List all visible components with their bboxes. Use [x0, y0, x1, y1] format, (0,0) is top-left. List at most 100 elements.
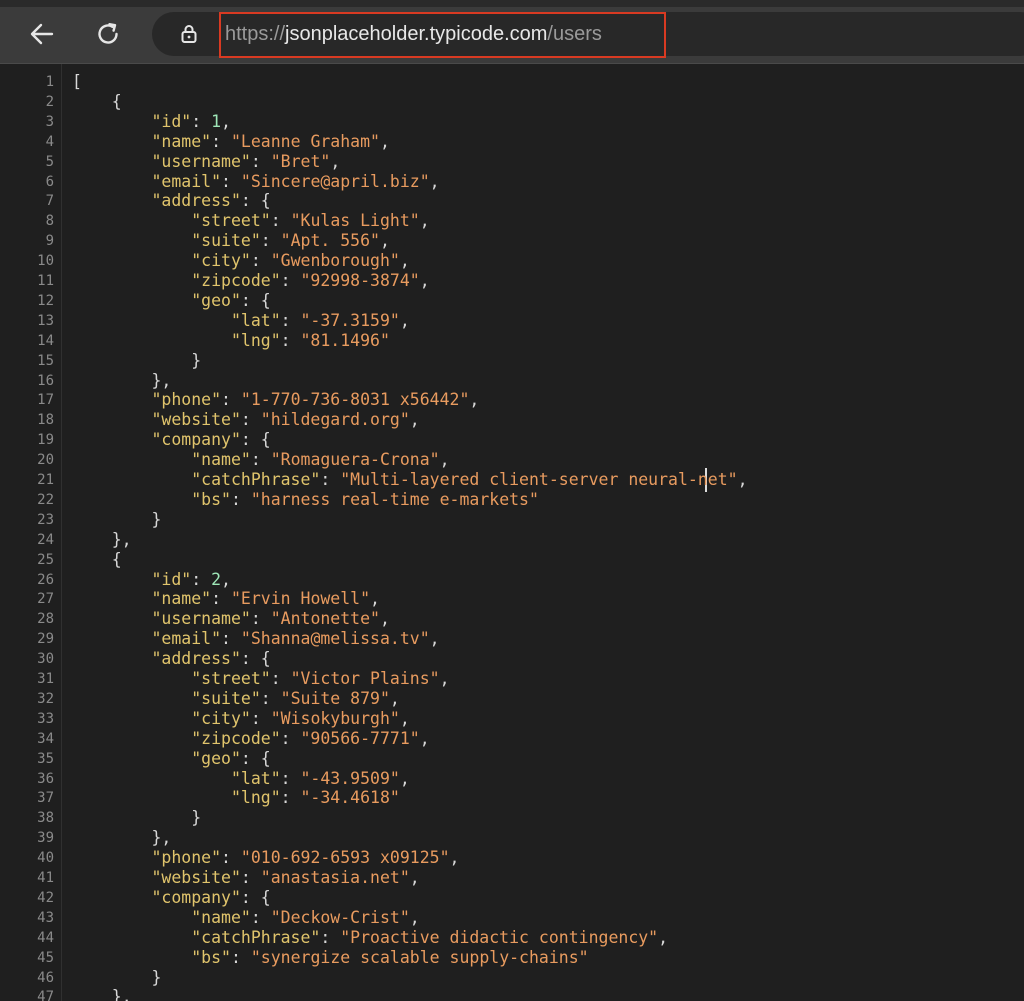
json-punctuation	[72, 191, 151, 210]
json-punctuation: : {	[240, 748, 271, 768]
json-punctuation	[72, 848, 151, 867]
json-punctuation: :	[270, 211, 291, 231]
code-line: 2 {	[0, 92, 1024, 112]
json-punctuation: ,	[389, 688, 400, 708]
line-number: 35	[37, 750, 54, 767]
line-number: 1	[45, 74, 54, 90]
json-punctuation: {	[72, 549, 122, 569]
json-punctuation: :	[250, 450, 271, 470]
json-key: "lat"	[230, 768, 281, 788]
json-punctuation: :	[250, 907, 271, 927]
json-punctuation: },	[72, 828, 172, 848]
json-key: "catchPhrase"	[191, 927, 321, 947]
line-number: 14	[37, 332, 54, 349]
json-punctuation: :	[250, 251, 271, 271]
json-punctuation: :	[230, 489, 251, 509]
line-number: 27	[37, 591, 54, 608]
json-punctuation: }	[72, 808, 202, 828]
code-text: "city": "Gwenborough",	[72, 251, 410, 271]
code-line: 20 "name": "Romaguera-Crona",	[0, 450, 1024, 470]
code-text: }	[72, 510, 161, 530]
json-number: 2	[211, 569, 222, 589]
code-text: },	[72, 987, 132, 1001]
line-number: 8	[45, 213, 54, 230]
json-punctuation: ,	[399, 310, 410, 330]
json-string: "harness real-time e-markets"	[250, 489, 539, 509]
json-punctuation	[72, 928, 191, 947]
code-line: 37 "lng": "-34.4618"	[0, 788, 1024, 808]
back-button[interactable]	[24, 14, 60, 54]
json-punctuation: :	[250, 708, 271, 728]
json-punctuation: ,	[409, 907, 420, 927]
code-text: "zipcode": "92998-3874",	[72, 271, 429, 291]
json-punctuation: ,	[399, 708, 410, 728]
code-text: "street": "Kulas Light",	[72, 211, 429, 231]
code-line: 12 "geo": {	[0, 291, 1024, 311]
json-key: "bs"	[191, 947, 231, 967]
json-key: "name"	[151, 131, 212, 151]
code-line: 7 "address": {	[0, 191, 1024, 211]
json-punctuation: : {	[240, 290, 271, 310]
reload-button[interactable]	[90, 14, 126, 54]
json-key: "phone"	[151, 848, 222, 868]
code-line: 13 "lat": "-37.3159",	[0, 311, 1024, 331]
json-punctuation	[72, 629, 151, 648]
code-line: 36 "lat": "-43.9509",	[0, 769, 1024, 789]
json-punctuation: :	[270, 669, 291, 688]
code-text: "lng": "81.1496"	[72, 331, 390, 351]
json-key: "name"	[151, 589, 212, 609]
json-string: "Victor Plains"	[290, 669, 440, 688]
json-punctuation: : {	[240, 191, 271, 211]
json-string: "81.1496"	[300, 330, 390, 350]
line-number: 2	[45, 93, 54, 110]
code-text: "city": "Wisokyburgh",	[72, 709, 410, 729]
code-text: "company": {	[72, 430, 271, 450]
line-number: 9	[45, 233, 54, 250]
json-key: "address"	[151, 649, 241, 669]
json-punctuation: :	[280, 330, 301, 350]
json-punctuation: :	[260, 231, 281, 251]
json-punctuation: :	[280, 310, 301, 330]
json-punctuation: ,	[221, 569, 231, 589]
code-line: 40 "phone": "010-692-6593 x09125",	[0, 848, 1024, 868]
json-punctuation: :	[240, 868, 261, 887]
code-line: 45 "bs": "synergize scalable supply-chai…	[0, 948, 1024, 968]
json-punctuation	[72, 649, 151, 668]
json-viewer[interactable]: 1[2 {3 "id": 1, 4 "name": "Leanne Graham"…	[0, 64, 1024, 1001]
code-text: "name": "Deckow-Crist",	[72, 908, 420, 928]
json-key: "name"	[191, 450, 251, 470]
json-key: "city"	[191, 251, 251, 271]
line-number: 32	[37, 690, 54, 707]
json-string: "Ervin Howell"	[230, 589, 371, 609]
code-text: "phone": "010-692-6593 x09125",	[72, 848, 459, 868]
json-punctuation: ,	[399, 251, 410, 271]
code-line: 26 "id": 2,	[0, 570, 1024, 590]
json-punctuation	[72, 311, 231, 330]
json-string: "Sincere@april.biz"	[240, 171, 430, 191]
json-punctuation	[72, 729, 191, 748]
code-line: 25 {	[0, 550, 1024, 570]
line-number: 28	[37, 611, 54, 628]
json-punctuation	[72, 231, 191, 250]
lock-icon[interactable]	[178, 23, 200, 45]
url-text[interactable]: https://jsonplaceholder.typicode.com/use…	[225, 21, 602, 47]
json-punctuation: :	[191, 569, 212, 589]
code-line: 9 "suite": "Apt. 556",	[0, 231, 1024, 251]
code-line: 31 "street": "Victor Plains",	[0, 669, 1024, 689]
line-number: 29	[37, 631, 54, 648]
json-string: "92998-3874"	[300, 271, 420, 290]
code-text: }	[72, 808, 201, 828]
json-punctuation: :	[250, 151, 271, 171]
code-line: 17 "phone": "1-770-736-8031 x56442",	[0, 390, 1024, 410]
code-line: 3 "id": 1,	[0, 112, 1024, 132]
line-number: 6	[45, 173, 54, 190]
json-punctuation: ,	[449, 848, 460, 868]
json-punctuation	[72, 788, 231, 807]
json-key: "address"	[151, 191, 241, 211]
json-punctuation: : {	[240, 430, 271, 450]
json-punctuation	[72, 152, 151, 171]
code-line: 28 "username": "Antonette",	[0, 609, 1024, 629]
json-string: "-37.3159"	[300, 310, 400, 330]
code-text: "bs": "synergize scalable supply-chains"	[72, 947, 588, 968]
code-text: "suite": "Suite 879",	[72, 689, 400, 709]
